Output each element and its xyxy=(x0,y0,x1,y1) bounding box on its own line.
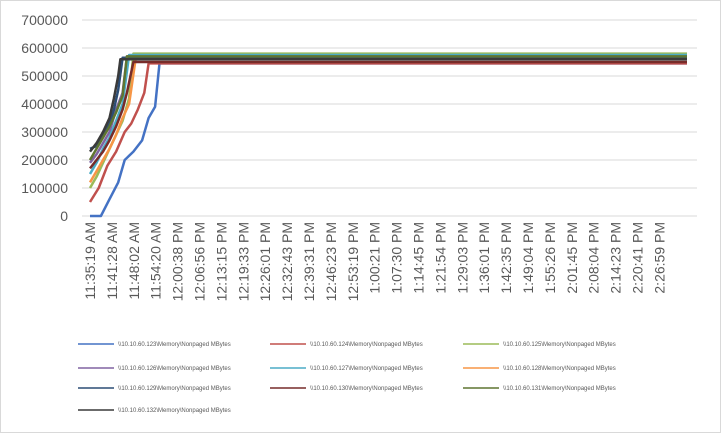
y-tick-label: 400000 xyxy=(21,96,68,112)
legend-label: \\10.10.60.127\Memory\Nonpaged MBytes xyxy=(310,366,423,372)
x-tick-label: 11:54:20 AM xyxy=(148,222,164,300)
series-line xyxy=(89,56,687,150)
x-tick-label: 1:36:01 PM xyxy=(476,222,492,294)
series-line xyxy=(88,55,687,161)
x-tick-label: 12:13:15 PM xyxy=(213,222,229,301)
x-tick-label: 12:00:38 PM xyxy=(170,222,186,301)
x-tick-label: 12:46:23 PM xyxy=(323,222,339,301)
x-tick-label: 11:35:19 AM xyxy=(82,222,98,300)
series-line xyxy=(88,62,687,203)
series-line xyxy=(88,57,687,184)
x-tick-label: 1:00:21 PM xyxy=(367,222,383,294)
series-line xyxy=(89,57,687,153)
x-tick-label: 2:14:23 PM xyxy=(608,222,624,294)
x-tick-label: 1:21:54 PM xyxy=(432,222,448,294)
x-tick-label: 1:07:30 PM xyxy=(389,222,405,294)
x-axis-ticks: 11:35:19 AM 11:41:28 AM 11:48:02 AM 11:54:2… xyxy=(82,222,667,301)
x-tick-label: 1:14:45 PM xyxy=(411,222,427,294)
y-tick-label: 500000 xyxy=(21,68,68,84)
y-tick-label: 100000 xyxy=(21,180,68,196)
y-axis-ticks: 0 100000 200000 300000 400000 500000 600000 700… xyxy=(21,12,68,224)
x-tick-label: 12:32:43 PM xyxy=(279,222,295,301)
series-lines xyxy=(88,52,687,218)
x-tick-label: 2:08:04 PM xyxy=(586,222,602,294)
x-tick-label: 12:39:31 PM xyxy=(301,222,317,301)
legend-label: \\10.10.60.123\Memory\Nonpaged MBytes xyxy=(118,342,231,348)
x-tick-label: 2:26:59 PM xyxy=(651,222,667,294)
x-tick-label: 1:29:03 PM xyxy=(454,222,470,294)
legend-label: \\10.10.60.128\Memory\Nonpaged MBytes xyxy=(503,366,616,372)
x-tick-label: 11:48:02 AM xyxy=(126,222,142,300)
y-tick-label: 600000 xyxy=(21,40,68,56)
x-tick-label: 11:41:28 AM xyxy=(104,222,120,300)
series-line xyxy=(88,52,687,189)
legend-label: \\10.10.60.129\Memory\Nonpaged MBytes xyxy=(118,386,231,392)
legend-label: \\10.10.60.124\Memory\Nonpaged MBytes xyxy=(310,342,423,348)
series-line xyxy=(89,60,687,170)
x-tick-label: 12:19:33 PM xyxy=(235,222,251,301)
legend-label: \\10.10.60.130\Memory\Nonpaged MBytes xyxy=(310,386,423,392)
x-tick-label: 1:49:04 PM xyxy=(520,222,536,294)
series-line xyxy=(90,62,687,218)
x-tick-label: 1:55:26 PM xyxy=(542,222,558,294)
x-tick-label: 12:53:19 PM xyxy=(345,222,361,301)
gridlines xyxy=(82,19,697,217)
legend-label: \\10.10.60.126\Memory\Nonpaged MBytes xyxy=(118,366,231,372)
x-tick-label: 12:26:01 PM xyxy=(257,222,273,301)
y-tick-label: 300000 xyxy=(21,124,68,140)
x-tick-label: 12:06:56 PM xyxy=(192,222,208,301)
y-tick-label: 200000 xyxy=(21,152,68,168)
legend-label: \\10.10.60.125\Memory\Nonpaged MBytes xyxy=(503,342,616,348)
series-line xyxy=(89,55,687,164)
legend-label: \\10.10.60.132\Memory\Nonpaged MBytes xyxy=(118,408,231,414)
legend: \\10.10.60.123\Memory\Nonpaged MBytes \\1… xyxy=(78,342,616,414)
x-tick-label: 2:01:45 PM xyxy=(564,222,580,294)
x-tick-label: 1:42:35 PM xyxy=(498,222,514,294)
y-tick-label: 0 xyxy=(60,208,68,224)
legend-label: \\10.10.60.131\Memory\Nonpaged MBytes xyxy=(503,386,616,392)
x-tick-label: 2:20:41 PM xyxy=(630,222,646,294)
series-line xyxy=(88,53,687,175)
y-tick-label: 700000 xyxy=(21,12,68,28)
line-chart: 0 100000 200000 300000 400000 500000 600000 700… xyxy=(21,12,697,414)
